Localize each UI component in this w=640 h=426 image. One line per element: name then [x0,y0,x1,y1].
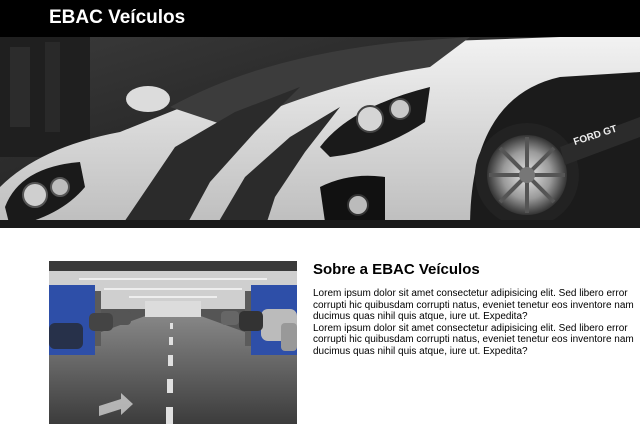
about-paragraph-1: Lorem ipsum dolor sit amet consectetur a… [313,288,634,323]
garage-photo [49,261,297,424]
about-paragraph-2: Lorem ipsum dolor sit amet consectetur a… [313,322,634,357]
site-header: EBAC Veículos [0,0,640,37]
about-title: Sobre a EBAC Veículos [313,261,480,278]
garage-image [49,261,297,424]
about-section: Sobre a EBAC Veículos Lorem ipsum dolor … [313,260,640,358]
site-brand[interactable]: EBAC Veículos [49,6,185,30]
car-photo: FORD GT [0,37,640,228]
hero-banner: FORD GT [0,37,640,228]
